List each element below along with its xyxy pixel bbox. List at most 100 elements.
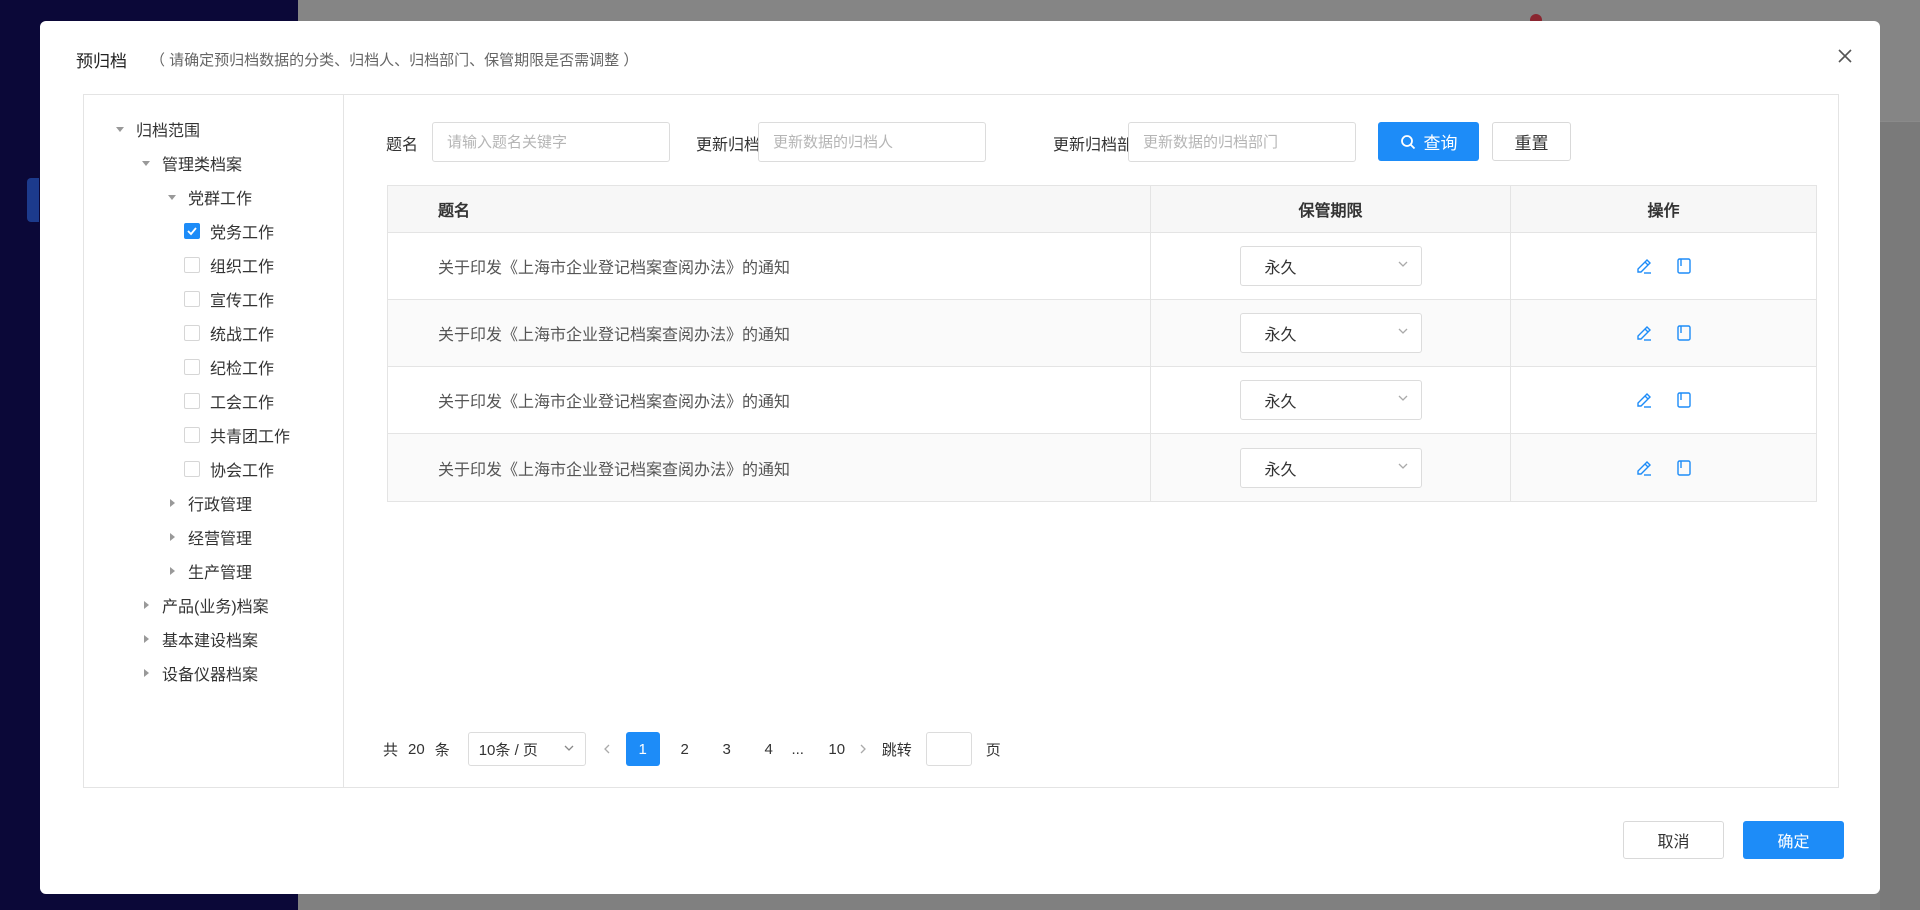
- confirm-button[interactable]: 确定: [1743, 821, 1844, 859]
- table-row: 关于印发《上海市企业登记档案查阅办法》的通知 永久: [388, 233, 1816, 300]
- cancel-button[interactable]: 取消: [1623, 821, 1724, 859]
- period-select[interactable]: 永久: [1239, 447, 1422, 488]
- tree-node-construction-archive[interactable]: 基本建设档案: [140, 628, 258, 650]
- page-3[interactable]: 3: [710, 732, 744, 766]
- tree-node-label: 产品(业务)档案: [162, 599, 269, 616]
- period-select-value: 永久: [1264, 394, 1297, 411]
- tree-leaf[interactable]: 宣传工作: [184, 288, 274, 310]
- page-ellipsis[interactable]: ...: [786, 732, 810, 766]
- period-cell: 永久: [1151, 300, 1511, 366]
- tree-leaf[interactable]: 工会工作: [184, 390, 274, 412]
- tree-node-operations[interactable]: 经营管理: [166, 526, 252, 548]
- chevron-down-icon: [1397, 257, 1409, 275]
- checkbox[interactable]: [184, 291, 200, 307]
- tree-node-equipment-archive[interactable]: 设备仪器档案: [140, 662, 258, 684]
- tree-node-party-work[interactable]: 党群工作: [166, 186, 252, 208]
- document-icon[interactable]: [1674, 458, 1694, 478]
- dept-input[interactable]: [1128, 122, 1356, 162]
- tree-node-administration[interactable]: 行政管理: [166, 492, 252, 514]
- dialog-title: 预归档: [76, 52, 127, 71]
- caret-down-icon[interactable]: [140, 157, 152, 169]
- next-page-icon[interactable]: [854, 732, 872, 766]
- tree-leaf[interactable]: 组织工作: [184, 254, 274, 276]
- checkbox[interactable]: [184, 325, 200, 341]
- tree-node-management[interactable]: 管理类档案: [140, 152, 242, 174]
- tree-node-label: 设备仪器档案: [162, 667, 259, 684]
- reset-button[interactable]: 重置: [1492, 122, 1571, 161]
- caret-down-icon[interactable]: [166, 191, 178, 203]
- confirm-button-label: 确定: [1777, 834, 1810, 851]
- document-icon[interactable]: [1674, 256, 1694, 276]
- page-2[interactable]: 2: [668, 732, 702, 766]
- search-icon: [1400, 134, 1416, 150]
- row-title: 关于印发《上海市企业登记档案查阅办法》的通知: [388, 233, 1151, 299]
- tree-node-label: 党群工作: [188, 191, 253, 208]
- tree-leaf-label: 协会工作: [210, 463, 275, 480]
- row-title: 关于印发《上海市企业登记档案查阅办法》的通知: [388, 300, 1151, 366]
- archiver-input[interactable]: [758, 122, 986, 162]
- table-row: 关于印发《上海市企业登记档案查阅办法》的通知 永久: [388, 300, 1816, 367]
- tree-node-product-archive[interactable]: 产品(业务)档案: [140, 594, 269, 616]
- search-button[interactable]: 查询: [1378, 122, 1479, 161]
- actions-cell: [1511, 367, 1816, 433]
- caret-right-icon[interactable]: [140, 667, 152, 679]
- pagination: 共 20 条 10条 / 页 1 2 3 4 ... 10 跳转 页: [383, 732, 1001, 766]
- checkbox-checked[interactable]: [184, 223, 200, 239]
- caret-right-icon[interactable]: [166, 565, 178, 577]
- caret-right-icon[interactable]: [166, 531, 178, 543]
- document-icon[interactable]: [1674, 390, 1694, 410]
- row-title: 关于印发《上海市企业登记档案查阅办法》的通知: [388, 367, 1151, 433]
- jump-page-input[interactable]: [925, 732, 972, 766]
- checkbox[interactable]: [184, 461, 200, 477]
- page-size-select[interactable]: 10条 / 页: [467, 732, 586, 766]
- caret-right-icon[interactable]: [140, 633, 152, 645]
- caret-right-icon[interactable]: [140, 599, 152, 611]
- checkbox[interactable]: [184, 359, 200, 375]
- document-icon[interactable]: [1674, 323, 1694, 343]
- period-cell: 永久: [1151, 367, 1511, 433]
- tree-node-root[interactable]: 归档范围: [114, 118, 200, 140]
- header-period: 保管期限: [1151, 186, 1511, 232]
- table-row: 关于印发《上海市企业登记档案查阅办法》的通知 永久: [388, 434, 1816, 501]
- title-filter-label: 题名: [386, 137, 419, 154]
- tree-leaf-label: 党务工作: [210, 225, 275, 242]
- tree-leaf[interactable]: 共青团工作: [184, 424, 290, 446]
- total-count: 20: [408, 740, 425, 758]
- tree-node-label: 经营管理: [188, 531, 253, 548]
- period-cell: 永久: [1151, 434, 1511, 501]
- page-4[interactable]: 4: [752, 732, 786, 766]
- table-header: 题名 保管期限 操作: [388, 186, 1816, 233]
- tree-node-label: 管理类档案: [162, 157, 243, 174]
- data-table: 题名 保管期限 操作 关于印发《上海市企业登记档案查阅办法》的通知 永久 关于印…: [387, 185, 1817, 502]
- table-row: 关于印发《上海市企业登记档案查阅办法》的通知 永久: [388, 367, 1816, 434]
- caret-right-icon[interactable]: [166, 497, 178, 509]
- caret-down-icon[interactable]: [114, 123, 126, 135]
- tree-leaf-label: 统战工作: [210, 327, 275, 344]
- tree-leaf[interactable]: 党务工作: [184, 220, 274, 242]
- tree-leaf[interactable]: 统战工作: [184, 322, 274, 344]
- page-1[interactable]: 1: [625, 732, 660, 766]
- tree-leaf[interactable]: 纪检工作: [184, 356, 274, 378]
- archive-scope-tree: 归档范围 管理类档案 党群工作 党务工作 组织工作 宣传工作 统战工作 纪检工作…: [84, 95, 344, 787]
- pre-archive-dialog: 预归档 （ 请确定预归档数据的分类、归档人、归档部门、保管期限是否需调整 ） 归…: [40, 21, 1880, 894]
- checkbox[interactable]: [184, 257, 200, 273]
- page-suffix: 页: [985, 741, 1001, 759]
- edit-icon[interactable]: [1634, 390, 1654, 410]
- edit-icon[interactable]: [1634, 458, 1654, 478]
- period-select[interactable]: 永久: [1239, 380, 1422, 420]
- title-search-input[interactable]: [432, 122, 670, 162]
- actions-cell: [1511, 233, 1816, 299]
- tree-node-label: 行政管理: [188, 497, 253, 514]
- edit-icon[interactable]: [1634, 256, 1654, 276]
- checkbox[interactable]: [184, 427, 200, 443]
- tree-node-production[interactable]: 生产管理: [166, 560, 252, 582]
- close-icon[interactable]: [1836, 47, 1854, 65]
- tree-leaf[interactable]: 协会工作: [184, 458, 274, 480]
- period-select[interactable]: 永久: [1239, 246, 1422, 286]
- prev-page-icon[interactable]: [596, 732, 618, 766]
- period-select[interactable]: 永久: [1239, 313, 1422, 353]
- dialog-subtitle: （ 请确定预归档数据的分类、归档人、归档部门、保管期限是否需调整 ）: [150, 52, 639, 69]
- edit-icon[interactable]: [1634, 323, 1654, 343]
- page-last[interactable]: 10: [820, 732, 854, 766]
- checkbox[interactable]: [184, 393, 200, 409]
